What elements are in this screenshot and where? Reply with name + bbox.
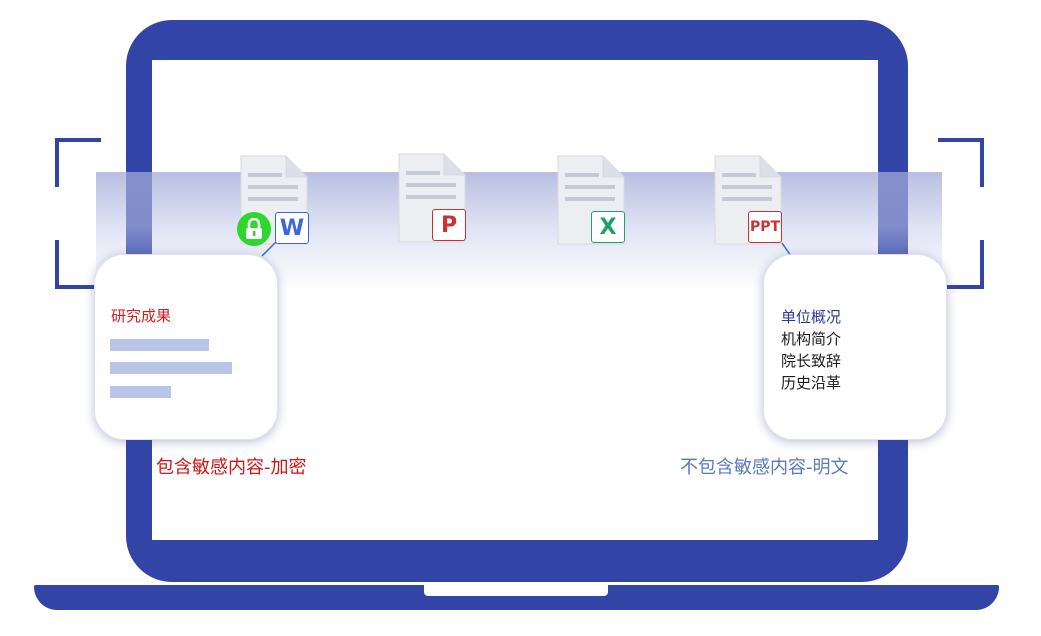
card-list-item: 单位概况: [781, 308, 842, 326]
sensitive-caption: 包含敏感内容-加密: [156, 457, 307, 478]
card-title: 研究成果: [111, 307, 172, 325]
plain-caption: 不包含敏感内容-明文: [680, 457, 849, 478]
connector-left: [261, 241, 277, 257]
sensitive-content-card: 研究成果: [94, 254, 278, 440]
content-placeholder-bar: [110, 362, 232, 374]
plain-content-card: 单位概况 机构简介 院长致辞 历史沿革: [763, 254, 947, 440]
content-placeholder-bar: [110, 386, 171, 398]
card-list-item: 院长致辞: [781, 352, 842, 370]
content-placeholder-bar: [110, 339, 209, 351]
card-list-item: 历史沿革: [781, 374, 842, 392]
card-list-item: 机构简介: [781, 330, 842, 348]
